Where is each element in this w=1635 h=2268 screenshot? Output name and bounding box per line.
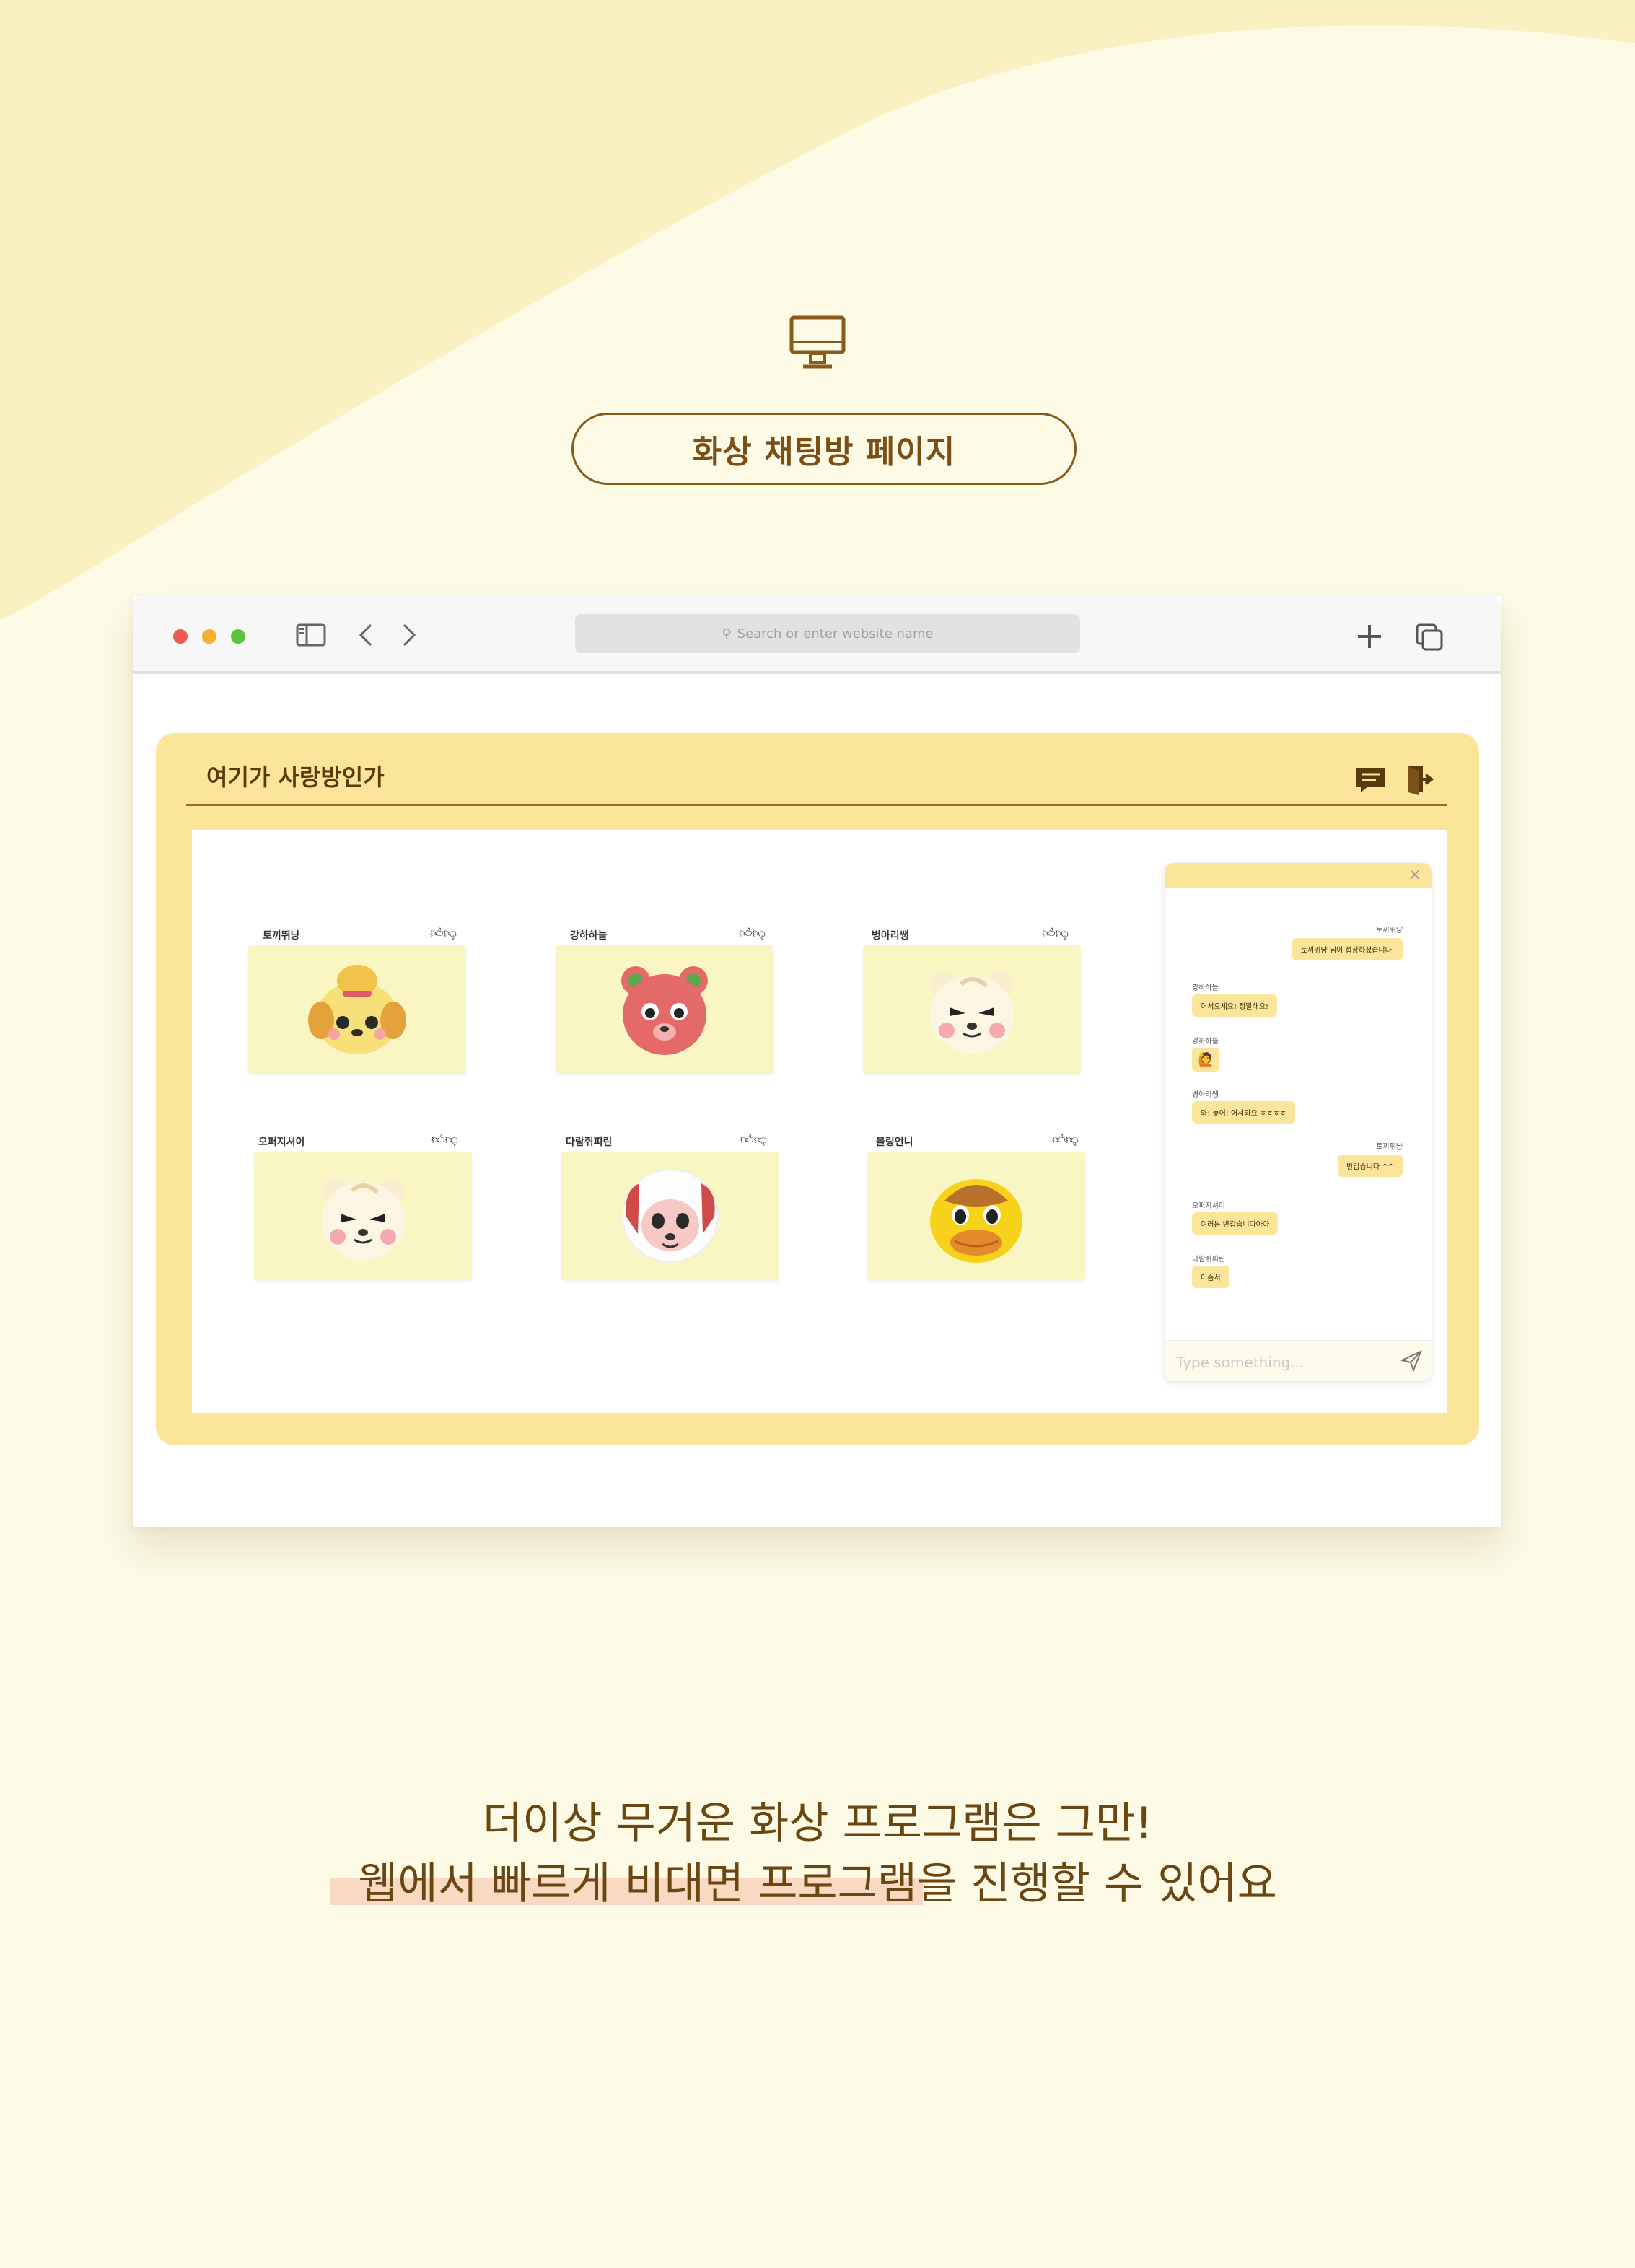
search-icon: ⚲ — [722, 626, 732, 642]
message-bubble: 어서오세요! 정말해요! — [1192, 994, 1277, 1017]
exit-icon[interactable] — [1404, 763, 1436, 797]
chat-panel: × 토끼뛰냥 토끼뛰냥 님이 접장하셨습니다. 강하하늘 어서오세요! 정말해요… — [1165, 863, 1432, 1381]
url-placeholder: Search or enter website name — [737, 626, 934, 642]
message-sender: 토끼뛰냥 — [1376, 927, 1403, 934]
message-bubble: 와! 늦어! 어서와요 ㅎㅎㅎㅎ — [1192, 1101, 1295, 1124]
sheep-avatar — [622, 1169, 719, 1263]
video-tile[interactable] — [556, 945, 773, 1074]
maximize-window-button[interactable] — [231, 629, 245, 644]
cub-avatar — [930, 971, 1014, 1054]
like-dislike-buttons[interactable]: 👍︎👎︎ — [1052, 1131, 1079, 1147]
back-icon[interactable] — [356, 622, 375, 648]
section-label: 화상 채팅방 페이지 — [571, 413, 1077, 485]
caption-line-2: 웹에서 빠르게 비대면 프로그램을 진행할 수 있어요 — [358, 1859, 1277, 1909]
close-icon[interactable]: × — [1408, 866, 1421, 884]
chat-input[interactable]: Type something... — [1165, 1340, 1432, 1381]
send-icon[interactable] — [1400, 1349, 1423, 1372]
close-window-button[interactable] — [173, 629, 188, 644]
minimize-window-button[interactable] — [202, 629, 216, 644]
video-tile[interactable] — [867, 1152, 1085, 1280]
new-tab-icon[interactable] — [1355, 622, 1384, 651]
message-bubble: 🙋 — [1192, 1048, 1220, 1072]
participant-name: 토끼뛰냥 — [263, 930, 300, 942]
like-dislike-buttons[interactable]: 👍︎👎︎ — [739, 925, 766, 941]
chat-icon[interactable] — [1354, 765, 1388, 795]
message-bubble: 어솜서 — [1192, 1266, 1229, 1288]
participant-name: 강하하늘 — [570, 930, 608, 942]
dog-avatar — [308, 965, 406, 1054]
monitor-icon — [789, 315, 846, 369]
participant-name: 오퍼지셔이 — [258, 1137, 305, 1148]
duck-avatar — [930, 1179, 1022, 1263]
message-sender: 강하하늘 — [1192, 1038, 1219, 1046]
cub-avatar — [321, 1178, 405, 1260]
chat-header: × — [1165, 863, 1432, 888]
like-dislike-buttons[interactable]: 👍︎👎︎ — [740, 1131, 767, 1147]
forward-icon[interactable] — [400, 622, 418, 648]
message-sender: 토끼뛰냥 — [1376, 1143, 1403, 1151]
tabs-overview-icon[interactable] — [1414, 622, 1445, 652]
participant-name: 다람쥐피린 — [566, 1137, 613, 1148]
message-sender: 병아리쌩 — [1192, 1091, 1219, 1099]
browser-toolbar: ⚲ Search or enter website name — [133, 596, 1501, 674]
video-tile[interactable] — [863, 945, 1081, 1074]
sidebar-icon[interactable] — [296, 623, 326, 647]
title-divider — [186, 804, 1447, 806]
video-tile[interactable] — [248, 945, 466, 1074]
like-dislike-buttons[interactable]: 👍︎👎︎ — [430, 925, 457, 941]
message-bubble: 반갑습니다 ^^ — [1338, 1155, 1403, 1177]
chat-input-placeholder: Type something... — [1176, 1354, 1305, 1371]
like-dislike-buttons[interactable]: 👍︎👎︎ — [1042, 925, 1069, 941]
message-sender: 강하하늘 — [1192, 984, 1219, 992]
message-sender: 오퍼지셔이 — [1192, 1202, 1225, 1210]
bear-avatar — [621, 966, 708, 1055]
room-title: 여기가 사랑방인가 — [206, 763, 385, 791]
video-tile[interactable] — [254, 1152, 472, 1280]
participant-name: 병아리쌩 — [872, 930, 909, 942]
like-dislike-buttons[interactable]: 👍︎👎︎ — [431, 1131, 458, 1147]
participant-name: 블링언니 — [876, 1137, 913, 1148]
video-tile[interactable] — [561, 1152, 779, 1280]
url-bar[interactable]: ⚲ Search or enter website name — [575, 614, 1080, 653]
message-sender: 다람쥐피린 — [1192, 1256, 1225, 1264]
message-bubble: 여러분 반갑습니다아아 — [1192, 1212, 1279, 1235]
message-bubble: 토끼뛰냥 님이 접장하셨습니다. — [1292, 938, 1403, 960]
caption-line-1: 더이상 무거운 화상 프로그램은 그만! — [482, 1798, 1153, 1849]
